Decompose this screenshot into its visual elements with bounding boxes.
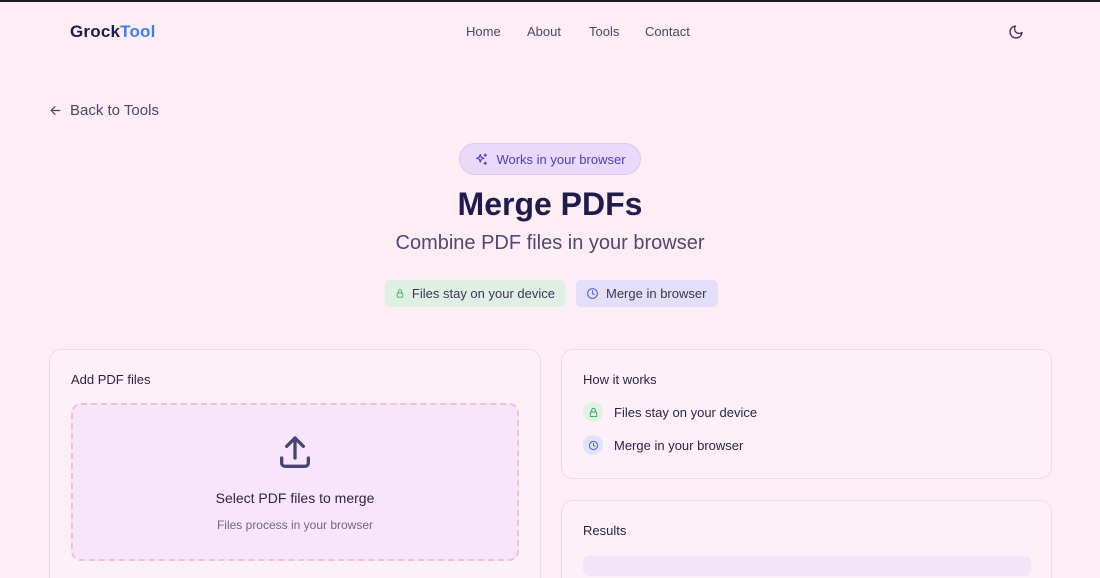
clock-icon — [583, 435, 603, 455]
results-placeholder — [583, 556, 1031, 576]
chip-merge-browser-label: Merge in browser — [606, 286, 707, 301]
arrow-left-icon — [50, 106, 61, 115]
nav-link-contact[interactable]: Contact — [645, 24, 690, 39]
brand-logo[interactable]: GrockTool — [70, 22, 156, 42]
back-to-tools-link[interactable]: Back to Tools — [49, 102, 159, 119]
brand-logo-part1: Grock — [70, 22, 121, 41]
brand-logo-part2: Tool — [120, 22, 156, 41]
clock-icon — [587, 288, 598, 299]
how-item-files-stay: Files stay on your device — [583, 402, 757, 422]
add-files-title: Add PDF files — [71, 372, 151, 387]
page-subtitle: Combine PDF files in your browser — [395, 232, 705, 254]
dropzone-title: Select PDF files to merge — [215, 490, 375, 506]
works-in-browser-badge: Works in your browser — [459, 143, 641, 175]
theme-toggle-button[interactable] — [1005, 21, 1027, 43]
lock-icon — [583, 402, 603, 422]
how-item-label: Files stay on your device — [614, 404, 758, 420]
upload-icon — [280, 436, 310, 468]
back-label: Back to Tools — [70, 102, 159, 119]
dropzone-subtitle: Files process in your browser — [216, 518, 374, 532]
page-title: Merge PDFs — [457, 186, 643, 222]
lock-icon — [396, 289, 404, 298]
nav-link-home[interactable]: Home — [466, 24, 501, 39]
nav-link-tools[interactable]: Tools — [589, 24, 619, 39]
how-it-works-card: How it works Files stay on your device M… — [561, 349, 1052, 479]
moon-icon — [1009, 25, 1023, 39]
how-item-merge-browser: Merge in your browser — [583, 435, 743, 455]
chip-files-stay: Files stay on your device — [385, 280, 565, 307]
how-item-label: Merge in your browser — [614, 437, 744, 453]
results-card: Results — [561, 500, 1052, 578]
nav-link-about[interactable]: About — [527, 24, 561, 39]
sparkles-icon — [476, 152, 488, 165]
chip-merge-browser: Merge in browser — [576, 280, 718, 307]
how-it-works-title: How it works — [583, 372, 657, 387]
pdf-dropzone[interactable]: Select PDF files to merge Files process … — [71, 403, 519, 561]
add-files-card: Add PDF files Select PDF files to merge … — [49, 349, 541, 578]
results-title: Results — [583, 523, 627, 538]
badge-label: Works in your browser — [496, 151, 626, 167]
chip-files-stay-label: Files stay on your device — [411, 286, 555, 301]
